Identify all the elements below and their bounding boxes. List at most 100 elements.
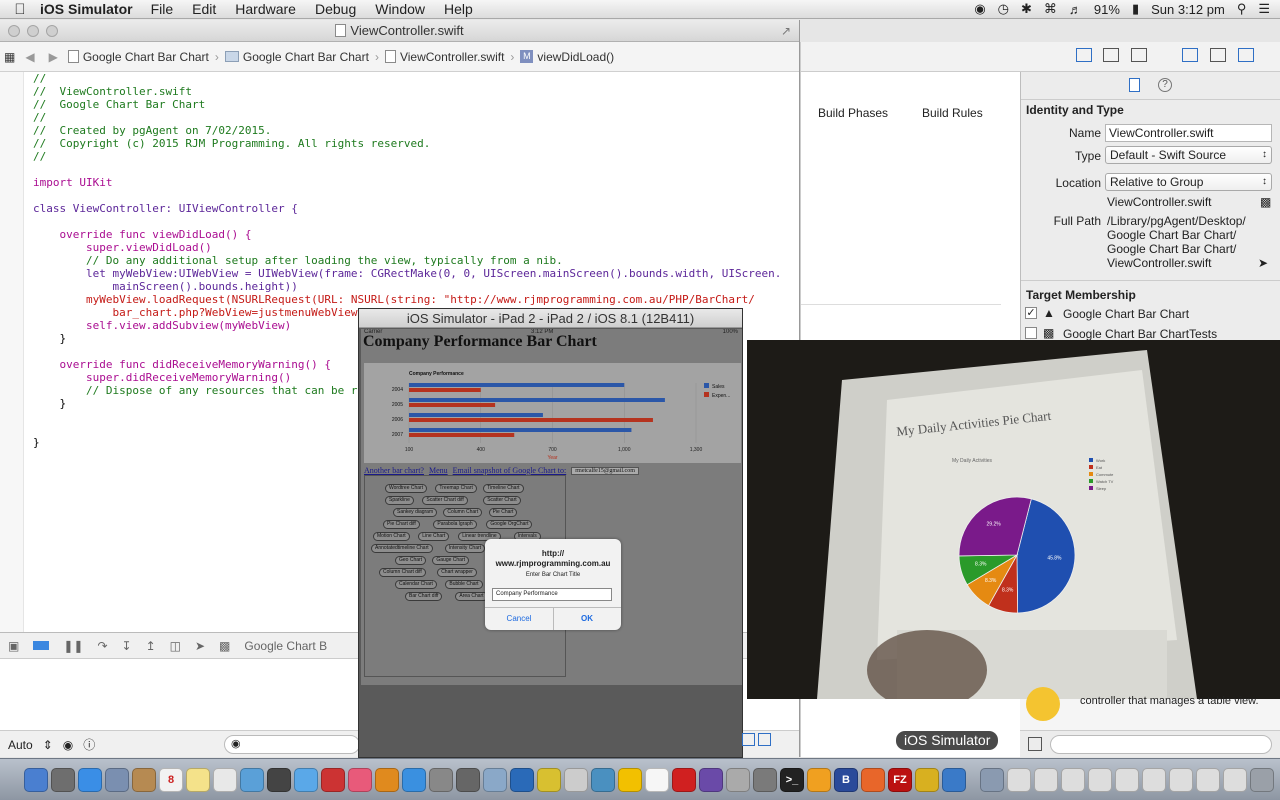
chart-menu-button[interactable]: Line Chart <box>418 532 450 541</box>
breadcrumb-project[interactable]: Google Chart Bar Chart <box>67 50 209 64</box>
window-thumbnail[interactable] <box>1223 767 1247 792</box>
menu-debug[interactable]: Debug <box>315 1 356 17</box>
line-gutter[interactable] <box>0 72 24 632</box>
facetime-icon[interactable] <box>267 767 291 792</box>
window-thumbnail[interactable] <box>1061 767 1085 792</box>
opera-icon[interactable] <box>672 767 696 792</box>
launchpad-icon[interactable] <box>51 767 75 792</box>
grab-icon[interactable] <box>753 767 777 792</box>
window-thumbnail[interactable] <box>1142 767 1166 792</box>
battery-icon[interactable]: ▮ <box>1132 1 1139 17</box>
code-line[interactable]: // <box>33 111 46 124</box>
chart-menu-button[interactable]: Pie Chart diff <box>383 520 420 529</box>
window-titlebar[interactable]: ViewController.swift ↗ <box>0 20 799 42</box>
wordpress-icon[interactable] <box>537 767 561 792</box>
filezilla-icon[interactable]: FZ <box>888 767 912 792</box>
file-inspector-icon[interactable] <box>1129 78 1140 92</box>
menu-file[interactable]: File <box>151 1 174 17</box>
mail-icon[interactable] <box>105 767 129 792</box>
itunes-icon[interactable] <box>348 767 372 792</box>
code-line[interactable]: // <box>33 72 46 85</box>
email-input[interactable]: rmetcalfe15@gmail.com <box>571 466 639 475</box>
type-popup[interactable]: Default - Swift Source <box>1105 146 1272 164</box>
ibooks-icon[interactable] <box>375 767 399 792</box>
window-thumbnail[interactable] <box>1088 767 1112 792</box>
name-field[interactable]: ViewController.swift <box>1105 124 1272 142</box>
code-line[interactable]: self.view.addSubview(myWebView) <box>33 319 291 332</box>
view-debugger-icon[interactable]: ◫ <box>170 639 181 653</box>
chart-menu-button[interactable]: Google OrgChart <box>486 520 533 529</box>
hide-debug-area-icon[interactable]: ▣ <box>8 639 19 653</box>
spotlight-search-icon[interactable]: ⚲ <box>1237 1 1247 17</box>
related-items-grid-icon[interactable]: ▦ <box>4 50 15 64</box>
breadcrumb-group[interactable]: Google Chart Bar Chart <box>224 50 369 64</box>
code-line[interactable]: import UIKit <box>33 176 112 189</box>
location-popup[interactable]: Relative to Group <box>1105 173 1272 191</box>
skype-icon[interactable]: ◉ <box>974 1 985 17</box>
code-line[interactable]: // <box>33 150 46 163</box>
system-preferences-icon[interactable] <box>429 767 453 792</box>
menu-edit[interactable]: Edit <box>192 1 216 17</box>
chart-menu-button[interactable]: Sankey diagram <box>393 508 438 517</box>
email-snapshot-link[interactable]: Email snapshot of Google Chart to: <box>453 466 567 475</box>
chart-menu-button[interactable]: Scatter Chart diff <box>422 496 468 505</box>
target-checkbox[interactable]: ✓ <box>1025 307 1037 319</box>
chart-menu-button[interactable]: Gauge Chart <box>432 556 470 565</box>
chart-menu-button[interactable]: Sparkline <box>385 496 414 505</box>
chart-menu-button[interactable]: Chart wrapper <box>437 568 477 577</box>
cancel-button[interactable]: Cancel <box>485 614 553 623</box>
chart-menu-button[interactable]: Scatter Chart <box>483 496 521 505</box>
simulator-title[interactable]: iOS Simulator - iPad 2 - iPad 2 / iOS 8.… <box>359 309 742 328</box>
code-line[interactable]: } <box>33 397 66 410</box>
chart-menu-button[interactable]: Bar Chart diff <box>405 592 443 601</box>
tab-build-phases[interactable]: Build Phases <box>818 106 888 120</box>
code-line[interactable]: // Copyright (c) 2015 RJM Programming. A… <box>33 137 430 150</box>
chart-menu-button[interactable]: Column Chart diff <box>379 568 426 577</box>
menubar-clock[interactable]: Sun 3:12 pm <box>1151 2 1225 17</box>
imovie-icon[interactable] <box>699 767 723 792</box>
library-filter-input[interactable] <box>1050 735 1272 754</box>
grid-view-icon[interactable] <box>1028 737 1042 751</box>
calendar-icon[interactable]: 8 <box>159 767 183 792</box>
forward-arrow-icon[interactable]: ▶ <box>49 50 58 64</box>
fullscreen-icon[interactable]: ↗ <box>781 20 791 42</box>
paint-icon[interactable] <box>591 767 615 792</box>
messages-icon[interactable] <box>294 767 318 792</box>
close-window-button[interactable] <box>8 25 20 37</box>
breakpoints-toggle-icon[interactable] <box>33 641 50 650</box>
code-line[interactable]: // Do any additional setup after loading… <box>33 254 563 267</box>
object-library-item[interactable]: controller that manages a table view. <box>1020 687 1280 730</box>
time-machine-icon[interactable]: ◷ <box>998 1 1009 17</box>
reminders-icon[interactable] <box>213 767 237 792</box>
chart-menu-button[interactable]: Geo Chart <box>395 556 427 565</box>
pause-icon[interactable]: ❚❚ <box>63 639 83 653</box>
debug-target-label[interactable]: Google Chart B <box>244 639 327 653</box>
chart-menu-button[interactable]: Calendar Chart <box>395 580 437 589</box>
standard-editor-icon[interactable] <box>1076 48 1092 62</box>
notes-icon[interactable] <box>186 767 210 792</box>
window-thumbnail[interactable] <box>1169 767 1193 792</box>
menu-help[interactable]: Help <box>444 1 473 17</box>
app-store-icon[interactable] <box>402 767 426 792</box>
menu-link[interactable]: Menu <box>429 466 448 475</box>
chrome-icon[interactable] <box>618 767 642 792</box>
network-icon[interactable] <box>807 767 831 792</box>
gimp-icon[interactable] <box>456 767 480 792</box>
step-out-icon[interactable]: ↥ <box>146 639 156 653</box>
downloads-stack-icon[interactable] <box>980 767 1004 792</box>
chart-menu-button[interactable]: Motion Chart <box>373 532 410 541</box>
script-editor-icon[interactable] <box>726 767 750 792</box>
bluetooth-icon[interactable]: ✱ <box>1021 1 1032 17</box>
zoom-window-button[interactable] <box>46 25 58 37</box>
minimize-window-button[interactable] <box>27 25 39 37</box>
tab-build-rules[interactable]: Build Rules <box>922 106 983 120</box>
navigator-toggle-icon[interactable] <box>1182 48 1198 62</box>
chart-menu-button[interactable]: Pie Chart <box>488 508 518 517</box>
breadcrumb-file[interactable]: ViewController.swift <box>384 50 504 64</box>
ipad-screen[interactable]: Carrier 3:12 PM 100% Company Performance… <box>361 329 742 685</box>
apple-menu-icon[interactable]:  <box>0 1 40 18</box>
document-icon[interactable] <box>645 767 669 792</box>
dialog-input[interactable]: Company Performance <box>492 588 612 601</box>
app-menu[interactable]: iOS Simulator <box>40 1 133 17</box>
code-line[interactable]: super.viewDidLoad() <box>33 241 212 254</box>
